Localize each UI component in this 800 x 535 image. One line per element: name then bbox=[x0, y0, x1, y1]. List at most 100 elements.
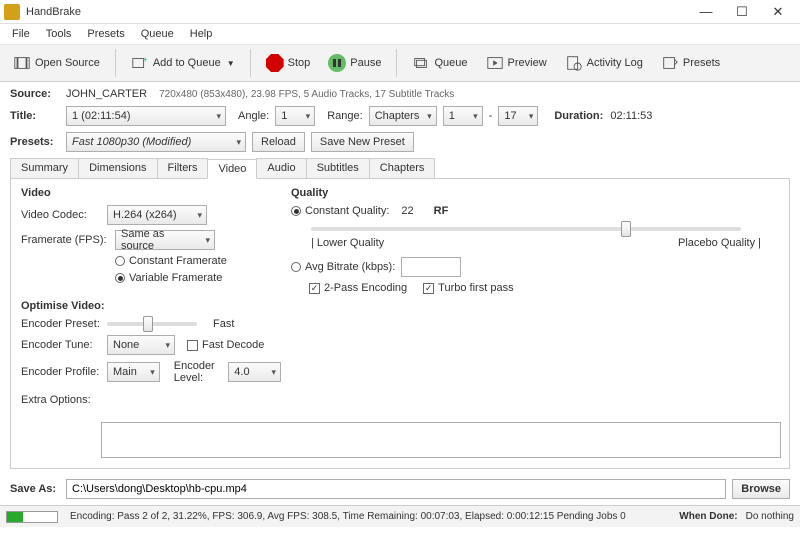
two-pass-checkbox[interactable]: ✓2-Pass Encoding bbox=[309, 282, 407, 294]
open-source-button[interactable]: Open Source bbox=[6, 50, 107, 76]
pause-button[interactable]: Pause bbox=[321, 50, 388, 76]
menu-queue[interactable]: Queue bbox=[133, 26, 182, 42]
presets-row-label: Presets: bbox=[10, 136, 60, 148]
close-button[interactable]: ✕ bbox=[760, 0, 796, 24]
range-to-value: 17 bbox=[504, 110, 516, 122]
turbo-first-pass-checkbox[interactable]: ✓Turbo first pass bbox=[423, 282, 513, 294]
range-label: Range: bbox=[327, 110, 362, 122]
framerate-label: Framerate (FPS): bbox=[21, 234, 109, 246]
framerate-value: Same as source bbox=[121, 228, 198, 252]
cq-label: Constant Quality: bbox=[305, 205, 389, 217]
quality-section-title: Quality bbox=[291, 187, 769, 199]
activity-log-button[interactable]: Activity Log bbox=[558, 50, 650, 76]
activity-label: Activity Log bbox=[587, 57, 643, 69]
stop-button[interactable]: Stop bbox=[259, 50, 318, 76]
menu-presets[interactable]: Presets bbox=[79, 26, 132, 42]
add-queue-icon: + bbox=[131, 54, 149, 72]
save-preset-label: Save New Preset bbox=[320, 136, 405, 148]
encoder-profile-select[interactable]: Main bbox=[107, 362, 160, 382]
menu-file[interactable]: File bbox=[4, 26, 38, 42]
video-section-title: Video bbox=[21, 187, 281, 199]
menu-help[interactable]: Help bbox=[182, 26, 221, 42]
reload-label: Reload bbox=[261, 136, 296, 148]
when-done-value[interactable]: Do nothing bbox=[746, 511, 794, 522]
toolbar-presets-button[interactable]: Presets bbox=[654, 50, 727, 76]
duration-value: 02:11:53 bbox=[610, 110, 652, 122]
encoder-preset-slider[interactable] bbox=[107, 322, 197, 326]
tab-subtitles[interactable]: Subtitles bbox=[306, 158, 370, 178]
encoder-level-select[interactable]: 4.0 bbox=[228, 362, 281, 382]
avg-bitrate-radio[interactable]: Avg Bitrate (kbps): bbox=[291, 261, 395, 273]
range-to-select[interactable]: 17 bbox=[498, 106, 538, 126]
add-to-queue-button[interactable]: +Add to Queue▼ bbox=[124, 50, 242, 76]
tab-filters[interactable]: Filters bbox=[157, 158, 209, 178]
title-select[interactable]: 1 (02:11:54) bbox=[66, 106, 226, 126]
encoder-tune-label: Encoder Tune: bbox=[21, 339, 101, 351]
encoder-level-value: 4.0 bbox=[234, 366, 249, 378]
range-from-value: 1 bbox=[449, 110, 455, 122]
constant-framerate-radio[interactable]: Constant Framerate bbox=[115, 255, 227, 267]
progress-bar bbox=[6, 511, 58, 523]
two-pass-label: 2-Pass Encoding bbox=[324, 282, 407, 294]
title-value: 1 (02:11:54) bbox=[72, 110, 131, 122]
browse-button[interactable]: Browse bbox=[732, 479, 790, 499]
chevron-down-icon: ▼ bbox=[227, 59, 235, 68]
presets-label: Presets bbox=[683, 57, 720, 69]
reload-button[interactable]: Reload bbox=[252, 132, 305, 152]
encoder-preset-label: Encoder Preset: bbox=[21, 318, 101, 330]
app-title: HandBrake bbox=[26, 6, 688, 18]
tab-strip: Summary Dimensions Filters Video Audio S… bbox=[10, 158, 790, 179]
angle-select[interactable]: 1 bbox=[275, 106, 315, 126]
save-as-input[interactable] bbox=[66, 479, 726, 499]
placebo-quality-label: Placebo Quality | bbox=[678, 237, 761, 249]
fast-decode-label: Fast Decode bbox=[202, 339, 264, 351]
extra-options-label: Extra Options: bbox=[21, 394, 101, 406]
queue-button[interactable]: Queue bbox=[405, 50, 474, 76]
preview-icon bbox=[486, 54, 504, 72]
save-preset-button[interactable]: Save New Preset bbox=[311, 132, 414, 152]
framerate-select[interactable]: Same as source bbox=[115, 230, 215, 250]
encoder-tune-value: None bbox=[113, 339, 139, 351]
range-type-value: Chapters bbox=[375, 110, 420, 122]
variable-framerate-radio[interactable]: Variable Framerate bbox=[115, 272, 222, 284]
pause-label: Pause bbox=[350, 57, 381, 69]
tab-chapters[interactable]: Chapters bbox=[369, 158, 436, 178]
extra-options-input[interactable] bbox=[101, 422, 781, 458]
tab-audio[interactable]: Audio bbox=[256, 158, 306, 178]
pause-icon bbox=[328, 54, 346, 72]
preview-label: Preview bbox=[508, 57, 547, 69]
title-bar: HandBrake — ☐ ✕ bbox=[0, 0, 800, 24]
encoder-preset-value: Fast bbox=[213, 318, 234, 330]
fast-decode-checkbox[interactable]: Fast Decode bbox=[187, 339, 264, 351]
encoder-tune-select[interactable]: None bbox=[107, 335, 175, 355]
menu-tools[interactable]: Tools bbox=[38, 26, 80, 42]
lower-quality-label: | Lower Quality bbox=[311, 237, 384, 249]
constant-quality-radio[interactable]: Constant Quality: bbox=[291, 205, 389, 217]
minimize-button[interactable]: — bbox=[688, 0, 724, 24]
film-icon bbox=[13, 54, 31, 72]
range-type-select[interactable]: Chapters bbox=[369, 106, 437, 126]
source-meta: 720x480 (853x480), 23.98 FPS, 5 Audio Tr… bbox=[159, 89, 454, 100]
optimise-section-title: Optimise Video: bbox=[21, 300, 281, 312]
quality-slider[interactable] bbox=[311, 227, 741, 231]
turbo-label: Turbo first pass bbox=[438, 282, 513, 294]
save-as-label: Save As: bbox=[10, 483, 60, 495]
status-text: Encoding: Pass 2 of 2, 31.22%, FPS: 306.… bbox=[70, 511, 671, 522]
video-codec-select[interactable]: H.264 (x264) bbox=[107, 205, 207, 225]
tab-summary[interactable]: Summary bbox=[10, 158, 79, 178]
tab-video[interactable]: Video bbox=[207, 159, 257, 179]
toolbar: Open Source +Add to Queue▼ Stop Pause Qu… bbox=[0, 44, 800, 82]
encoder-profile-label: Encoder Profile: bbox=[21, 366, 101, 378]
cfr-label: Constant Framerate bbox=[129, 255, 227, 267]
preset-select[interactable]: Fast 1080p30 (Modified) bbox=[66, 132, 246, 152]
preview-button[interactable]: Preview bbox=[479, 50, 554, 76]
avg-bitrate-label: Avg Bitrate (kbps): bbox=[305, 261, 395, 273]
tab-dimensions[interactable]: Dimensions bbox=[78, 158, 157, 178]
maximize-button[interactable]: ☐ bbox=[724, 0, 760, 24]
angle-value: 1 bbox=[281, 110, 287, 122]
vfr-label: Variable Framerate bbox=[129, 272, 222, 284]
preset-value: Fast 1080p30 (Modified) bbox=[72, 136, 191, 148]
browse-label: Browse bbox=[741, 483, 781, 495]
range-from-select[interactable]: 1 bbox=[443, 106, 483, 126]
avg-bitrate-input[interactable] bbox=[401, 257, 461, 277]
